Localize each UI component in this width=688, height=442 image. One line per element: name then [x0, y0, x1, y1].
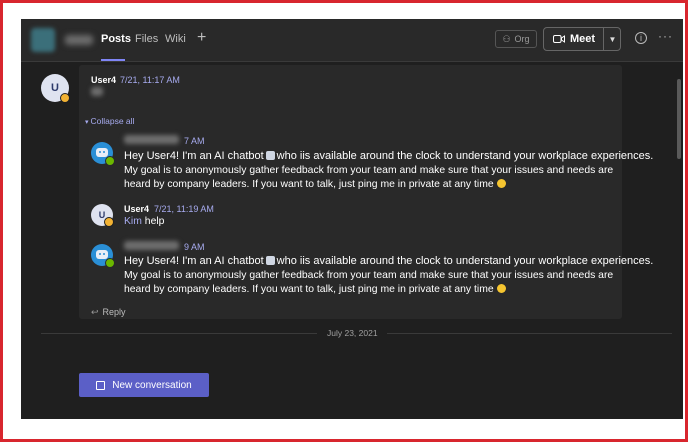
smile-emoji-icon: [496, 284, 506, 294]
user-message: Kim help: [124, 215, 164, 230]
org-label: Org: [514, 34, 530, 44]
message-author[interactable]: User4: [91, 75, 116, 85]
bot-message: Hey User4! I'm an AI chatbot who iis avai…: [124, 150, 654, 191]
org-button[interactable]: ⚇ Org: [495, 30, 537, 48]
avatar[interactable]: U: [41, 74, 70, 103]
smile-emoji-icon: [496, 179, 506, 189]
date-divider: July 23, 2021: [327, 328, 378, 338]
info-icon[interactable]: i: [635, 32, 647, 44]
team-avatar[interactable]: [31, 28, 55, 52]
meet-button[interactable]: Meet: [544, 28, 604, 50]
reply-label: Reply: [102, 307, 126, 317]
meet-divider: [603, 28, 604, 50]
active-tab-indicator: [101, 59, 125, 61]
meet-split-button: Meet ▼: [543, 27, 621, 51]
video-camera-icon: [552, 35, 565, 43]
screenshot-frame: Posts Files Wiki + ⚇ Org Meet ▼ i ··· U …: [0, 0, 688, 442]
user-message-text: help: [144, 216, 165, 227]
bot-name-redacted: [124, 135, 179, 144]
reply-arrow-icon: ↩: [91, 307, 99, 317]
chevron-down-icon: ▼: [608, 34, 617, 44]
bot-name-redacted: [124, 241, 179, 250]
status-away-icon: [104, 217, 114, 227]
date-divider-line: [387, 333, 672, 334]
mention-link[interactable]: Kim: [124, 216, 142, 227]
status-available-icon: [105, 156, 115, 166]
bot-message: Hey User4! I'm an AI chatbot who iis avai…: [124, 255, 654, 296]
channel-header: Posts Files Wiki + ⚇ Org Meet ▼ i ···: [21, 19, 683, 62]
meet-label: Meet: [569, 33, 596, 45]
message-timestamp: 9 AM: [184, 242, 205, 252]
date-divider-line: [41, 333, 317, 334]
org-chart-icon: ⚇: [502, 33, 511, 44]
message-timestamp: 7/21, 11:19 AM: [154, 204, 214, 214]
bot-icon: [96, 250, 108, 259]
scrollbar-thumb[interactable]: [677, 79, 681, 159]
teams-channel-window: Posts Files Wiki + ⚇ Org Meet ▼ i ··· U …: [21, 19, 683, 419]
add-tab-button[interactable]: +: [197, 29, 206, 47]
message-body-redacted: [91, 87, 103, 96]
more-options-icon[interactable]: ···: [658, 29, 673, 43]
bot-avatar[interactable]: [91, 244, 115, 268]
new-conversation-button[interactable]: New conversation: [79, 373, 209, 397]
bot-avatar[interactable]: [91, 142, 115, 166]
new-conversation-label: New conversation: [112, 379, 192, 391]
channel-name-redacted: [65, 35, 93, 45]
robot-emoji-icon: [265, 151, 275, 160]
tab-wiki[interactable]: Wiki: [165, 33, 186, 45]
avatar[interactable]: U: [91, 204, 114, 227]
message-timestamp: 7/21, 11:17 AM: [120, 75, 180, 85]
meet-dropdown-button[interactable]: ▼: [605, 28, 620, 50]
bot-icon: [96, 148, 108, 157]
avatar-initial: U: [51, 82, 59, 94]
message-author[interactable]: User4: [124, 204, 149, 214]
collapse-all-link[interactable]: ▾ Collapse all: [85, 116, 134, 126]
message-timestamp: 7 AM: [184, 136, 205, 146]
tab-files[interactable]: Files: [135, 33, 158, 45]
reply-button[interactable]: ↩ Reply: [91, 307, 126, 318]
status-available-icon: [105, 258, 115, 268]
tab-posts[interactable]: Posts: [101, 33, 131, 45]
status-away-icon: [60, 93, 70, 103]
compose-icon: [96, 380, 106, 390]
robot-emoji-icon: [265, 256, 275, 265]
